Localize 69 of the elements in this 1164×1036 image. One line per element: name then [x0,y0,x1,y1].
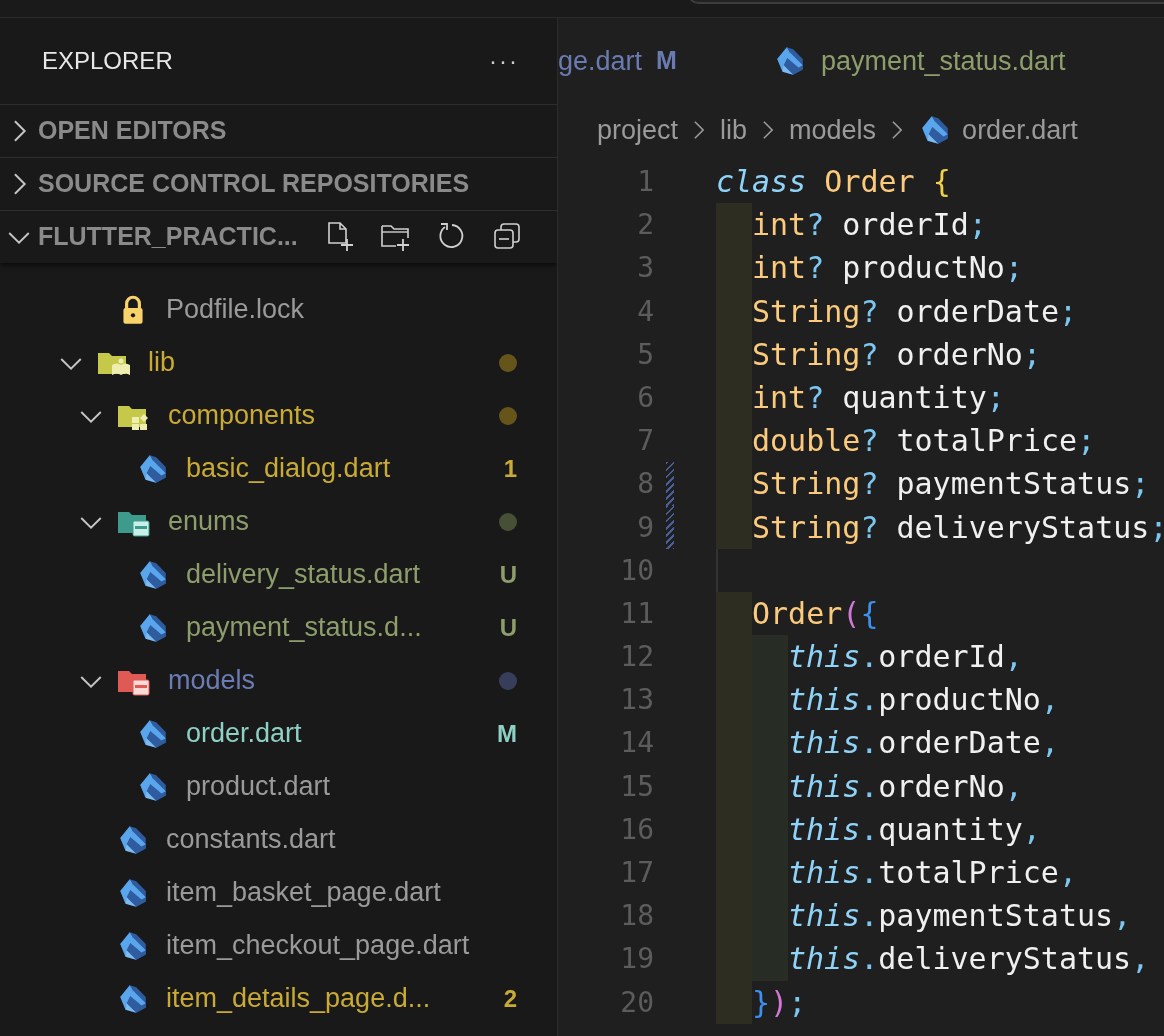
breadcrumb-item[interactable]: order.dart [962,109,1078,151]
editor-tab[interactable]: payment_status.dart [700,18,1090,104]
line-number: 1 [636,164,654,200]
code-line: class Order { [716,163,951,201]
code-line: String? orderNo; [752,335,1041,374]
code-line: this.totalPrice, [788,854,1077,892]
file-item[interactable]: delivery_status.dart [186,554,421,595]
file-item[interactable]: Podfile.lock [166,289,305,330]
code-line: this.orderDate, [788,724,1059,763]
code-line: this.productNo, [788,681,1059,720]
git-status-label: 2 [502,983,517,1014]
code-line: }); [752,983,807,1022]
line-number: 5 [636,336,654,373]
folder-item[interactable]: enums [168,501,250,542]
code-line: String? paymentStatus; [752,465,1150,504]
line-number: 6 [636,379,654,416]
line-number: 16 [619,811,654,848]
line-number: 8 [636,466,654,503]
code-line: int? orderId; [752,206,987,245]
file-item[interactable]: order.dart [186,713,302,754]
code-line: this.deliveryStatus, [788,940,1150,979]
more-actions-button[interactable]: ··· [489,43,519,79]
line-number: 3 [636,250,654,287]
line-number: 9 [636,509,654,546]
folder-item[interactable]: lib [148,342,175,383]
file-item[interactable]: constants.dart [166,819,336,860]
breadcrumb-item[interactable]: project [597,109,679,151]
line-number: 7 [636,423,654,460]
git-status-label: M [496,718,517,749]
breadcrumb-item[interactable]: models [789,109,877,151]
code-line: String? deliveryStatus; [752,508,1164,547]
line-number: 15 [619,768,654,805]
line-number: 10 [619,552,654,589]
breadcrumb-item[interactable]: lib [720,109,748,151]
line-number: 11 [619,595,654,632]
sidebar-title: EXPLORER [42,46,173,76]
line-number: 19 [619,941,654,978]
code-line: this.orderId, [788,638,1023,677]
code-line: this.paymentStatus, [788,897,1132,936]
editor-tab[interactable]: ge.dart M [558,18,701,104]
git-status-label: 1 [502,453,517,484]
line-number: 4 [636,293,654,330]
workspace-header[interactable]: FLUTTER_PRACTIC... [38,218,298,256]
file-item[interactable]: basic_dialog.dart [186,448,391,489]
code-line: this.quantity, [788,810,1041,849]
code-line: int? productNo; [752,249,1023,288]
line-number: 17 [619,855,654,891]
file-item[interactable]: item_details_page.d... [166,978,431,1019]
section-header[interactable]: SOURCE CONTROL REPOSITORIES [38,165,470,203]
code-line: int? quantity; [752,378,1005,417]
file-item[interactable]: item_basket_page.dart [166,872,441,913]
code-line: double? totalPrice; [752,422,1096,461]
file-item[interactable]: product.dart [186,766,331,807]
code-line: String? orderDate; [752,292,1078,331]
line-number: 18 [619,898,654,935]
line-number: 13 [619,682,654,719]
code-line: Order({ [752,594,879,633]
git-status-label: U [498,559,517,590]
code-line: this.orderNo, [788,767,1023,806]
section-header[interactable]: OPEN EDITORS [38,112,227,150]
line-number: 12 [619,639,654,676]
file-item[interactable]: item_checkout_page.dart [166,925,470,966]
git-status-label: U [498,612,517,643]
line-number: 20 [619,984,654,1021]
file-item[interactable]: payment_status.d... [186,607,422,648]
line-number: 14 [619,725,654,762]
folder-item[interactable]: models [168,660,256,701]
line-number: 2 [636,207,654,244]
folder-item[interactable]: components [168,395,316,436]
